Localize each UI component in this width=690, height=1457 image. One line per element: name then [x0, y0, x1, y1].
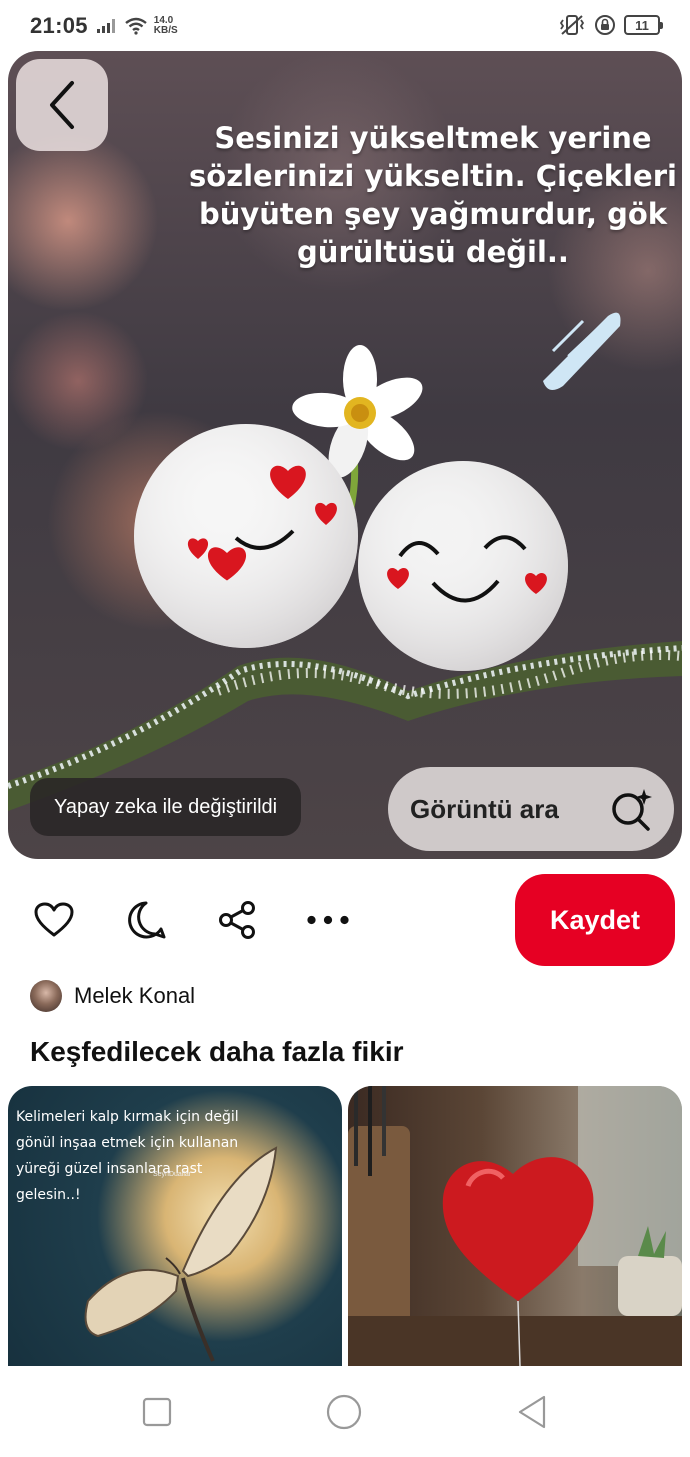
- wifi-icon: [125, 17, 147, 35]
- avatar[interactable]: [30, 980, 62, 1012]
- pin-image[interactable]: Sesinizi yükseltmek yerine sözlerinizi y…: [8, 51, 682, 859]
- square-icon[interactable]: [139, 1394, 175, 1430]
- pin-actions: Kaydet: [0, 874, 690, 966]
- more-icon[interactable]: [306, 898, 350, 942]
- system-nav-bar: [0, 1366, 690, 1457]
- visual-search-icon: [612, 789, 652, 831]
- pin-author[interactable]: Melek Konal: [30, 980, 195, 1012]
- rotation-lock-icon: [595, 15, 615, 35]
- butterfly-illustration: [84, 1146, 278, 1362]
- chevron-left-icon: [50, 81, 74, 129]
- pin-card[interactable]: Kelimeleri kalp kırmak için değil gönül …: [8, 1086, 342, 1366]
- circle-icon[interactable]: [326, 1394, 362, 1430]
- heart-balloon-illustration: [348, 1086, 682, 1366]
- share-icon[interactable]: [215, 898, 259, 942]
- author-name[interactable]: Melek Konal: [74, 983, 195, 1009]
- cellular-signal-icon: [96, 19, 115, 33]
- visual-search-label: Görüntü ara: [410, 793, 559, 824]
- status-bar: 21:05 14.0 KB/S 11: [0, 0, 690, 52]
- pin-card[interactable]: [348, 1086, 682, 1366]
- comment-icon[interactable]: [124, 898, 168, 942]
- vibrate-icon: [559, 15, 585, 35]
- triangle-back-icon[interactable]: [514, 1394, 550, 1430]
- network-speed: 14.0 KB/S: [153, 15, 178, 36]
- visual-search-button[interactable]: Görüntü ara: [388, 767, 674, 851]
- pin-quote-text: Sesinizi yükseltmek yerine sözlerinizi y…: [189, 121, 677, 269]
- heart-icon[interactable]: [32, 898, 76, 942]
- back-button[interactable]: [16, 59, 108, 151]
- status-time: 21:05: [30, 13, 88, 38]
- more-ideas-title: Keşfedilecek daha fazla fikir: [30, 1036, 404, 1067]
- save-button[interactable]: Kaydet: [515, 874, 675, 966]
- battery-icon: 11: [624, 15, 663, 35]
- ai-modified-badge: Yapay zeka ile değiştirildi: [30, 778, 302, 836]
